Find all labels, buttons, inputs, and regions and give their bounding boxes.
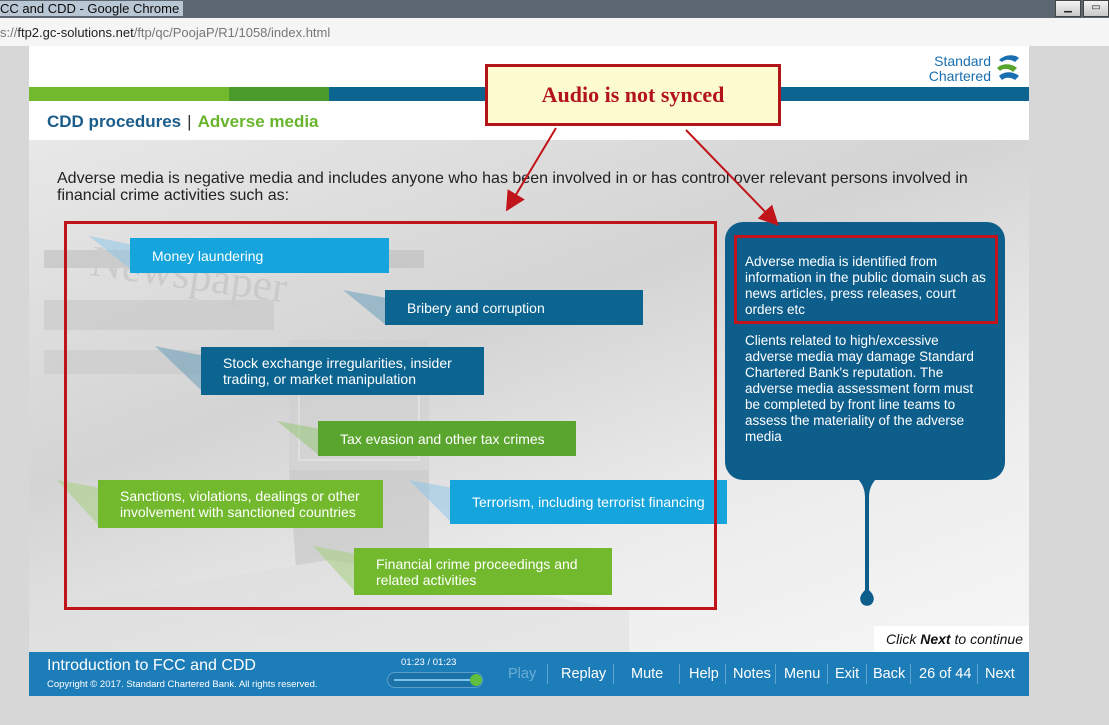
nav-divider [827,664,828,684]
minimize-icon[interactable]: ▁ [1055,0,1081,17]
nav-divider [866,664,867,684]
notes-button[interactable]: Notes [733,666,771,682]
exit-button[interactable]: Exit [835,666,859,682]
panel-paragraph-2: Clients related to high/excessive advers… [745,333,974,444]
mute-button[interactable]: Mute [631,666,663,682]
logo-stripes-icon [997,55,1019,80]
nav-divider [775,664,776,684]
breadcrumb-separator: | [187,112,192,131]
page-counter: 26 of 44 [919,666,972,682]
audio-progress-slider[interactable] [387,672,483,688]
continue-hint: Click Next to continue [874,626,1029,652]
maximize-icon[interactable]: ▭ [1083,0,1109,17]
breadcrumb-section: CDD procedures [47,112,182,131]
annotation-box-labels [64,221,717,610]
logo-line-1: Standard [934,53,991,69]
nav-divider [679,664,680,684]
url-text[interactable]: s://ftp2.gc-solutions.net/ftp/qc/PoojaP/… [0,25,330,40]
course-title: Introduction to FCC and CDD [47,657,256,674]
menu-button[interactable]: Menu [784,666,820,682]
breadcrumb: CDD procedures | Adverse media [47,112,319,132]
nav-divider [725,664,726,684]
back-button[interactable]: Back [873,666,905,682]
copyright-text: Copyright © 2017. Standard Chartered Ban… [47,679,318,690]
annotation-callout: Audio is not synced [485,64,781,126]
intro-text: Adverse media is negative media and incl… [57,170,968,204]
logo-line-2: Chartered [928,68,991,84]
panel-drip-icon [857,478,877,606]
player-footer: Introduction to FCC and CDD Copyright © … [29,652,1029,696]
window-controls: ▁ ▭ [1053,0,1109,17]
audio-progress-handle[interactable] [470,674,482,686]
breadcrumb-topic: Adverse media [197,112,319,131]
nav-divider [547,664,548,684]
address-bar[interactable]: s://ftp2.gc-solutions.net/ftp/qc/PoojaP/… [0,18,1109,47]
annotation-box-panel [734,235,998,324]
nav-divider [910,664,911,684]
replay-button[interactable]: Replay [561,666,606,682]
browser-title-bar: CC and CDD - Google Chrome ▁ ▭ [0,0,1109,18]
nav-divider [977,664,978,684]
audio-progress-fill [394,679,474,681]
help-button[interactable]: Help [689,666,719,682]
audio-timer: 01:23 / 01:23 [401,657,457,668]
window-title: CC and CDD - Google Chrome [0,1,184,16]
next-button[interactable]: Next [985,666,1015,682]
standard-chartered-logo: Standard Chartered [929,52,1021,86]
nav-divider [613,664,614,684]
play-button[interactable]: Play [508,666,536,682]
